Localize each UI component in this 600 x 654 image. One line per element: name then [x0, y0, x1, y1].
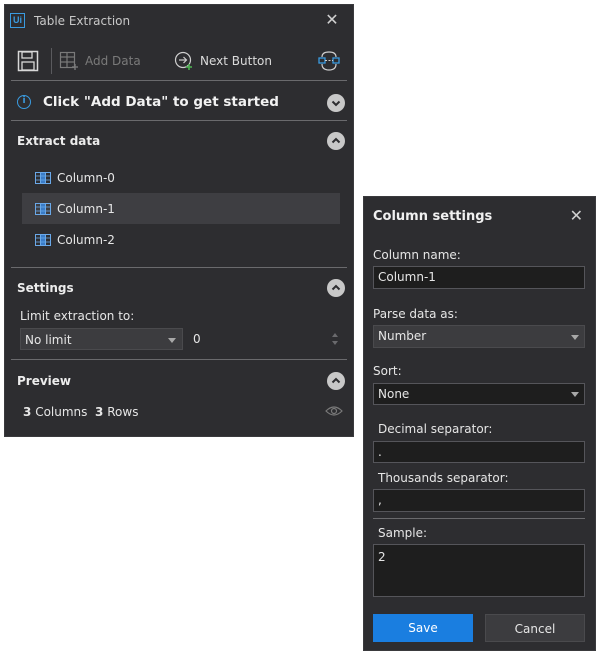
chevron-up-icon	[331, 377, 341, 384]
info-banner: i Click "Add Data" to get started	[5, 83, 353, 125]
decimal-separator-label: Decimal separator:	[378, 422, 493, 436]
column-item-2[interactable]: Column-2	[22, 224, 340, 255]
collapse-preview-button[interactable]	[327, 372, 345, 390]
sort-value: None	[378, 387, 410, 401]
limit-count-stepper[interactable]: 0	[185, 327, 341, 351]
flow-toggle-button[interactable]	[317, 41, 341, 81]
preview-rows-word: Rows	[107, 405, 139, 419]
next-button-button[interactable]: Next Button	[174, 41, 272, 81]
app-logo-icon: Ui	[10, 13, 25, 28]
settings-divider	[11, 359, 347, 360]
thousands-separator-input[interactable]: ,	[373, 489, 585, 512]
flow-icon	[318, 51, 340, 71]
chevron-up-icon	[331, 284, 341, 291]
toolbar-divider	[11, 80, 347, 81]
chevron-down-icon	[331, 100, 341, 107]
sample-textarea[interactable]: 2	[373, 544, 585, 597]
chevron-down-icon	[168, 338, 176, 343]
add-data-button[interactable]: Add Data	[59, 41, 141, 81]
collapse-extract-button[interactable]	[327, 132, 345, 150]
column-label: Column-1	[57, 201, 115, 216]
save-button[interactable]	[17, 41, 39, 81]
decimal-separator-value: .	[378, 445, 382, 459]
limit-selected-value: No limit	[25, 333, 72, 347]
info-divider	[11, 120, 347, 121]
column-label: Column-2	[57, 232, 115, 247]
info-icon: i	[17, 95, 31, 109]
column-label: Column-0	[57, 170, 115, 185]
table-extraction-panel: Ui Table Extraction ✕ Add Data Next Butt…	[4, 4, 354, 437]
save-button[interactable]: Save	[373, 614, 473, 642]
column-settings-panel: Column settings ✕ Column name: Column-1 …	[363, 196, 596, 651]
sort-label: Sort:	[373, 364, 402, 378]
column-icon	[35, 233, 51, 246]
next-arrow-circle-icon	[174, 51, 192, 70]
stepper-arrows-icon[interactable]	[331, 330, 339, 348]
title-bar: Ui Table Extraction ✕	[5, 5, 353, 37]
limit-extraction-label: Limit extraction to:	[20, 309, 135, 323]
limit-count-value: 0	[193, 332, 201, 346]
toolbar: Add Data Next Button	[5, 41, 353, 81]
decimal-separator-input[interactable]: .	[373, 441, 585, 463]
extract-divider	[11, 267, 347, 268]
sample-value: 2	[378, 550, 386, 564]
column-icon	[35, 171, 51, 184]
window-title: Table Extraction	[34, 14, 131, 28]
add-data-label: Add Data	[85, 54, 141, 68]
preview-title: Preview	[17, 374, 72, 388]
info-text: Click "Add Data" to get started	[43, 94, 279, 110]
column-icon	[35, 202, 51, 215]
column-item-1[interactable]: Column-1	[22, 193, 340, 224]
preview-columns-count: 3	[23, 405, 32, 419]
thousands-separator-label: Thousands separator:	[378, 471, 509, 485]
chevron-down-icon	[571, 335, 579, 340]
close-icon[interactable]: ✕	[570, 206, 583, 225]
floppy-disk-icon	[17, 50, 39, 72]
expand-info-button[interactable]	[327, 94, 345, 112]
preview-summary: 3 Columns 3 Rows	[23, 405, 138, 419]
thousands-separator-value: ,	[378, 493, 382, 507]
column-name-label: Column name:	[373, 248, 461, 262]
parse-data-label: Parse data as:	[373, 307, 458, 321]
column-settings-title: Column settings	[373, 209, 493, 224]
preview-columns-word: Columns	[35, 405, 88, 419]
parse-data-select[interactable]: Number	[373, 325, 585, 348]
chevron-up-icon	[331, 137, 341, 144]
parse-data-value: Number	[378, 329, 427, 343]
column-name-input[interactable]: Column-1	[373, 266, 585, 289]
extract-data-title: Extract data	[17, 134, 101, 148]
sample-label: Sample:	[378, 526, 428, 540]
sort-select[interactable]: None	[373, 383, 585, 405]
chevron-down-icon	[571, 392, 579, 397]
collapse-settings-button[interactable]	[327, 279, 345, 297]
close-icon[interactable]: ✕	[323, 11, 341, 29]
sample-divider	[373, 518, 585, 519]
limit-extraction-select[interactable]: No limit	[20, 328, 183, 350]
next-button-label: Next Button	[200, 54, 272, 68]
cancel-button[interactable]: Cancel	[485, 614, 585, 642]
column-name-value: Column-1	[378, 270, 436, 284]
add-table-icon	[59, 51, 78, 70]
eye-icon[interactable]	[325, 405, 343, 417]
column-item-0[interactable]: Column-0	[22, 162, 340, 193]
preview-rows-count: 3	[95, 405, 104, 419]
settings-title: Settings	[17, 281, 74, 295]
